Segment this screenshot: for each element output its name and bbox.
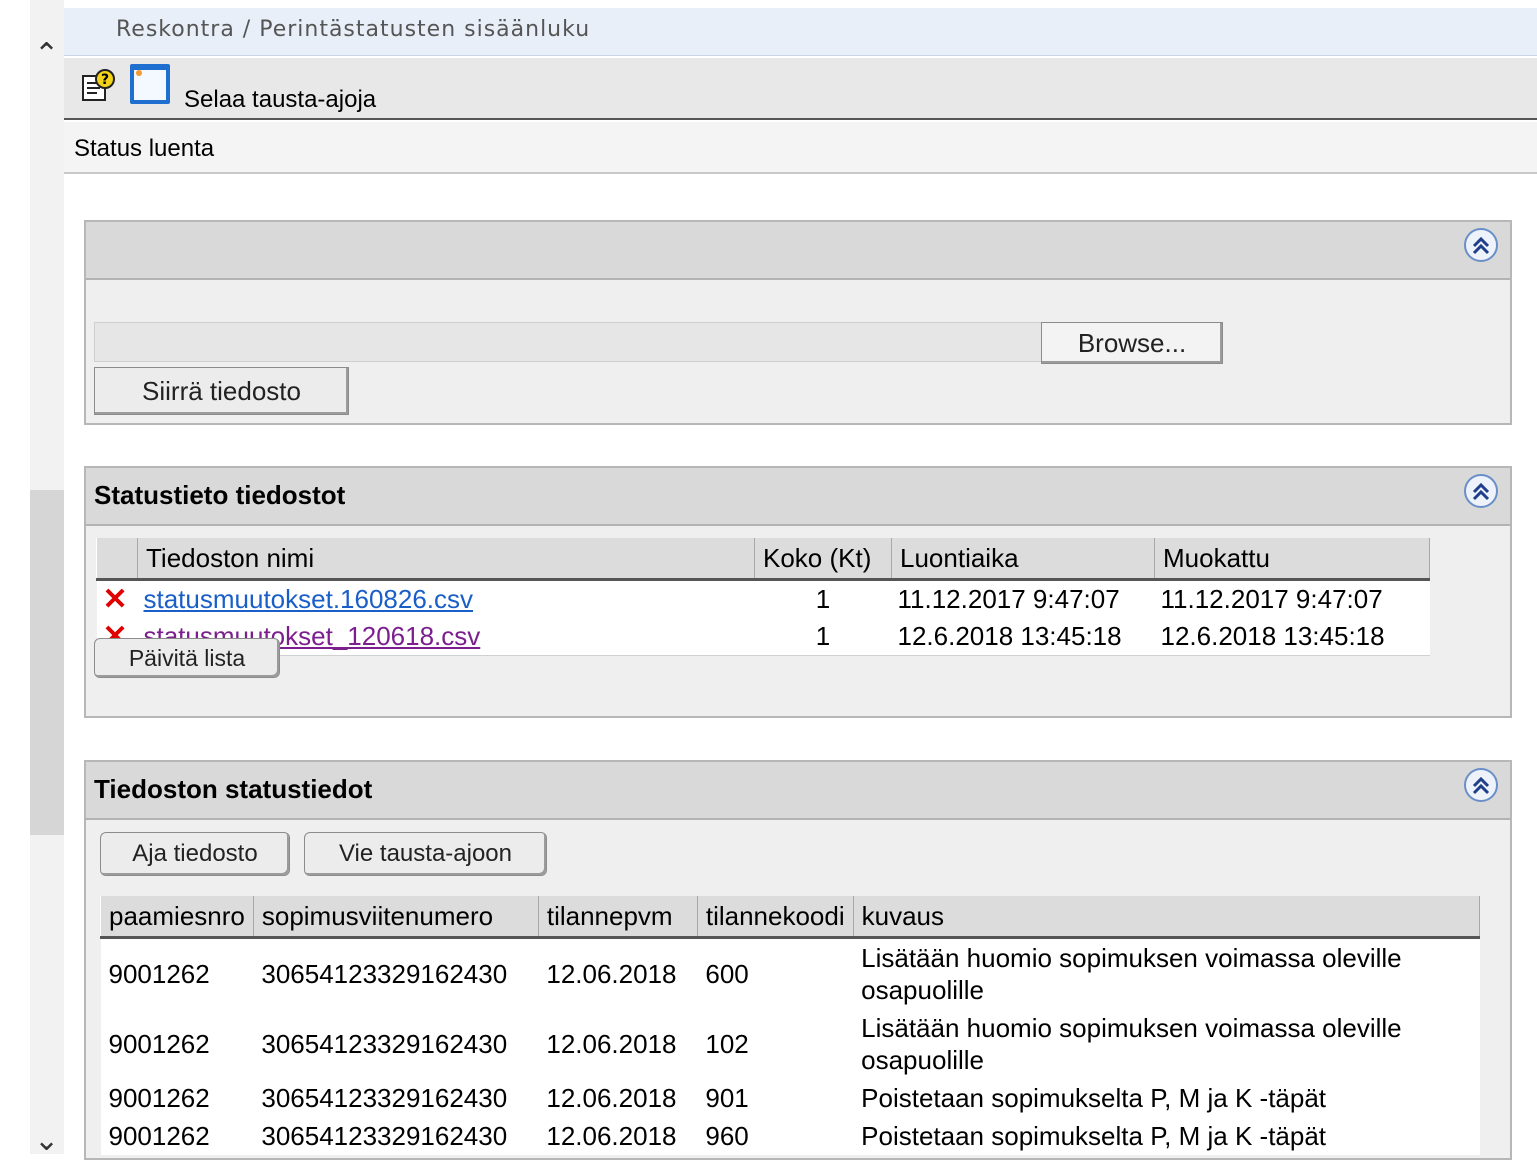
status-files-panel: Statustieto tiedostot Tiedoston nimi Kok… <box>84 466 1512 718</box>
cell-sopimusviitenumero: 30654123329162430 <box>253 1117 539 1155</box>
file-status-panel-header: Tiedoston statustiedot <box>86 762 1510 820</box>
cell-tilannepvm: 12.06.2018 <box>538 1079 698 1117</box>
cell-tilannekoodi: 102 <box>697 1009 854 1079</box>
cell-tilannekoodi: 600 <box>697 937 854 1009</box>
table-row: 9001262 30654123329162430 12.06.2018 901… <box>100 1079 1480 1117</box>
breadcrumb-text: Reskontra / Perintästatusten sisäänluku <box>116 17 591 42</box>
cell-paamiesnro: 9001262 <box>100 1009 254 1079</box>
send-to-background-button[interactable]: Vie tausta-ajoon <box>304 832 547 876</box>
file-size: 1 <box>754 618 892 656</box>
left-scrollbar[interactable]: ⌃ ⌄ <box>30 0 64 1156</box>
cell-sopimusviitenumero: 30654123329162430 <box>253 1009 539 1079</box>
table-header-row: paamiesnro sopimusviitenumero tilannepvm… <box>100 896 1481 939</box>
chevron-down-icon[interactable]: ⌄ <box>34 1126 59 1156</box>
window-icon[interactable] <box>128 62 172 106</box>
collapse-icon[interactable] <box>1462 472 1500 510</box>
cell-tilannepvm: 12.06.2018 <box>538 1009 698 1079</box>
cell-sopimusviitenumero: 30654123329162430 <box>253 937 539 1009</box>
files-table: Tiedoston nimi Koko (Kt) Luontiaika Muok… <box>96 538 1430 656</box>
cell-paamiesnro: 9001262 <box>100 1117 254 1155</box>
table-row: 9001262 30654123329162430 12.06.2018 960… <box>100 1117 1480 1155</box>
table-header-row: Tiedoston nimi Koko (Kt) Luontiaika Muok… <box>96 538 1430 581</box>
cell-kuvaus: Poistetaan sopimukselta P, M ja K -täpät <box>853 1117 1480 1155</box>
column-header <box>96 538 138 581</box>
column-header[interactable]: paamiesnro <box>100 896 254 939</box>
file-modified: 11.12.2017 9:47:07 <box>1154 579 1430 618</box>
svg-text:?: ? <box>101 72 109 88</box>
table-row: ✕ statusmuutokset.160826.csv 1 11.12.201… <box>96 579 1430 618</box>
panel-title: Statustieto tiedostot <box>94 480 346 510</box>
delete-icon[interactable]: ✕ <box>96 579 138 618</box>
cell-sopimusviitenumero: 30654123329162430 <box>253 1079 539 1117</box>
column-header[interactable]: sopimusviitenumero <box>252 896 539 939</box>
file-status-panel: Tiedoston statustiedot Aja tiedosto Vie … <box>84 760 1512 1160</box>
page-title: Status luenta <box>74 135 215 162</box>
file-link[interactable]: statusmuutokset.160826.csv <box>144 584 474 614</box>
file-created: 12.6.2018 13:45:18 <box>891 618 1155 656</box>
file-path-input[interactable] <box>94 322 1042 362</box>
table-row: 9001262 30654123329162430 12.06.2018 600… <box>100 937 1480 1009</box>
upload-panel: Browse... Siirrä tiedosto <box>84 220 1512 425</box>
collapse-icon[interactable] <box>1462 226 1500 264</box>
cell-tilannepvm: 12.06.2018 <box>538 937 698 1009</box>
column-header[interactable]: tilannepvm <box>537 896 698 939</box>
browse-background-jobs-link[interactable]: Selaa tausta-ajoja <box>184 86 376 114</box>
panel-title: Tiedoston statustiedot <box>94 774 373 804</box>
cell-kuvaus: Lisätään huomio sopimuksen voimassa olev… <box>853 937 1480 1009</box>
table-row: 9001262 30654123329162430 12.06.2018 102… <box>100 1009 1480 1079</box>
column-header[interactable]: kuvaus <box>852 896 1481 939</box>
status-table: paamiesnro sopimusviitenumero tilannepvm… <box>100 896 1481 1155</box>
file-created: 11.12.2017 9:47:07 <box>891 579 1155 618</box>
column-header[interactable]: Koko (Kt) <box>754 538 892 581</box>
cell-tilannepvm: 12.06.2018 <box>538 1117 698 1155</box>
cell-kuvaus: Poistetaan sopimukselta P, M ja K -täpät <box>853 1079 1480 1117</box>
column-header[interactable]: Luontiaika <box>891 538 1155 581</box>
toolbar: ? Selaa tausta-ajoja <box>64 58 1537 120</box>
cell-tilannekoodi: 901 <box>697 1079 854 1117</box>
column-header[interactable]: tilannekoodi <box>696 896 854 939</box>
breadcrumb: Reskontra / Perintästatusten sisäänluku <box>64 8 1537 56</box>
file-modified: 12.6.2018 13:45:18 <box>1154 618 1430 656</box>
status-files-panel-header: Statustieto tiedostot <box>86 468 1510 526</box>
file-size: 1 <box>754 579 892 618</box>
scrollbar-thumb[interactable] <box>30 490 64 835</box>
table-row: ✕ statusmuutokset_120618.csv 1 12.6.2018… <box>96 618 1430 656</box>
run-file-button[interactable]: Aja tiedosto <box>100 832 290 876</box>
column-header[interactable]: Muokattu <box>1154 538 1430 581</box>
collapse-icon[interactable] <box>1462 766 1500 804</box>
page-title-bar: Status luenta <box>64 122 1537 174</box>
upload-panel-header <box>86 222 1510 280</box>
column-header[interactable]: Tiedoston nimi <box>137 538 755 581</box>
help-icon[interactable]: ? <box>80 68 116 104</box>
browse-button[interactable]: Browse... <box>1041 322 1223 364</box>
chevron-up-icon[interactable]: ⌃ <box>34 40 59 70</box>
cell-paamiesnro: 9001262 <box>100 1079 254 1117</box>
cell-tilannekoodi: 960 <box>697 1117 854 1155</box>
cell-paamiesnro: 9001262 <box>100 937 254 1009</box>
upload-file-button[interactable]: Siirrä tiedosto <box>94 367 349 415</box>
refresh-list-button[interactable]: Päivitä lista <box>94 638 280 678</box>
cell-kuvaus: Lisätään huomio sopimuksen voimassa olev… <box>853 1009 1480 1079</box>
